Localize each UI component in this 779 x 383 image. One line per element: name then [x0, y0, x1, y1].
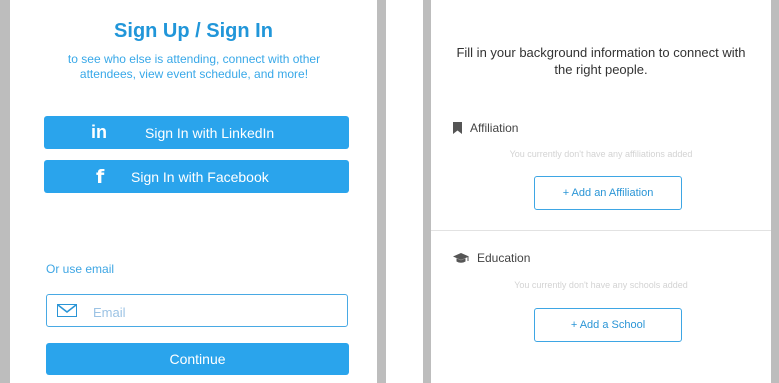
facebook-icon: f — [96, 165, 105, 188]
affiliation-heading: Affiliation — [453, 121, 518, 135]
center-gutter-right — [423, 0, 431, 383]
page-subtitle: to see who else is attending, connect wi… — [67, 52, 321, 81]
email-field[interactable] — [46, 294, 348, 327]
page-title: Sign Up / Sign In — [114, 20, 273, 42]
intro-text: Fill in your background information to c… — [456, 45, 746, 77]
continue-button[interactable]: Continue — [46, 343, 349, 375]
linkedin-icon: in — [91, 122, 107, 142]
sign-in-panel: Sign Up / Sign In to see who else is att… — [10, 0, 377, 383]
left-gutter — [0, 0, 10, 383]
email-input[interactable] — [91, 301, 335, 323]
facebook-signin-label: Sign In with Facebook — [131, 168, 269, 185]
education-empty-text: You currently don't have any schools add… — [514, 280, 688, 290]
right-gutter — [771, 0, 779, 383]
bookmark-icon — [453, 122, 462, 134]
add-school-button[interactable]: + Add a School — [534, 308, 682, 342]
education-heading: Education — [453, 251, 530, 265]
affiliation-empty-text: You currently don't have any affiliation… — [509, 149, 693, 159]
envelope-icon — [57, 304, 77, 317]
linkedin-signin-label: Sign In with LinkedIn — [145, 124, 275, 141]
graduation-cap-icon — [453, 252, 469, 263]
or-use-email-label: Or use email — [46, 262, 115, 276]
education-heading-label: Education — [477, 251, 531, 265]
add-affiliation-button[interactable]: + Add an Affiliation — [534, 176, 682, 210]
section-divider — [431, 230, 771, 231]
facebook-signin-button[interactable]: f Sign In with Facebook — [44, 160, 349, 193]
linkedin-signin-button[interactable]: in Sign In with LinkedIn — [44, 116, 349, 149]
center-gutter-left — [377, 0, 386, 383]
background-info-panel: Fill in your background information to c… — [431, 0, 771, 383]
affiliation-heading-label: Affiliation — [470, 121, 519, 135]
